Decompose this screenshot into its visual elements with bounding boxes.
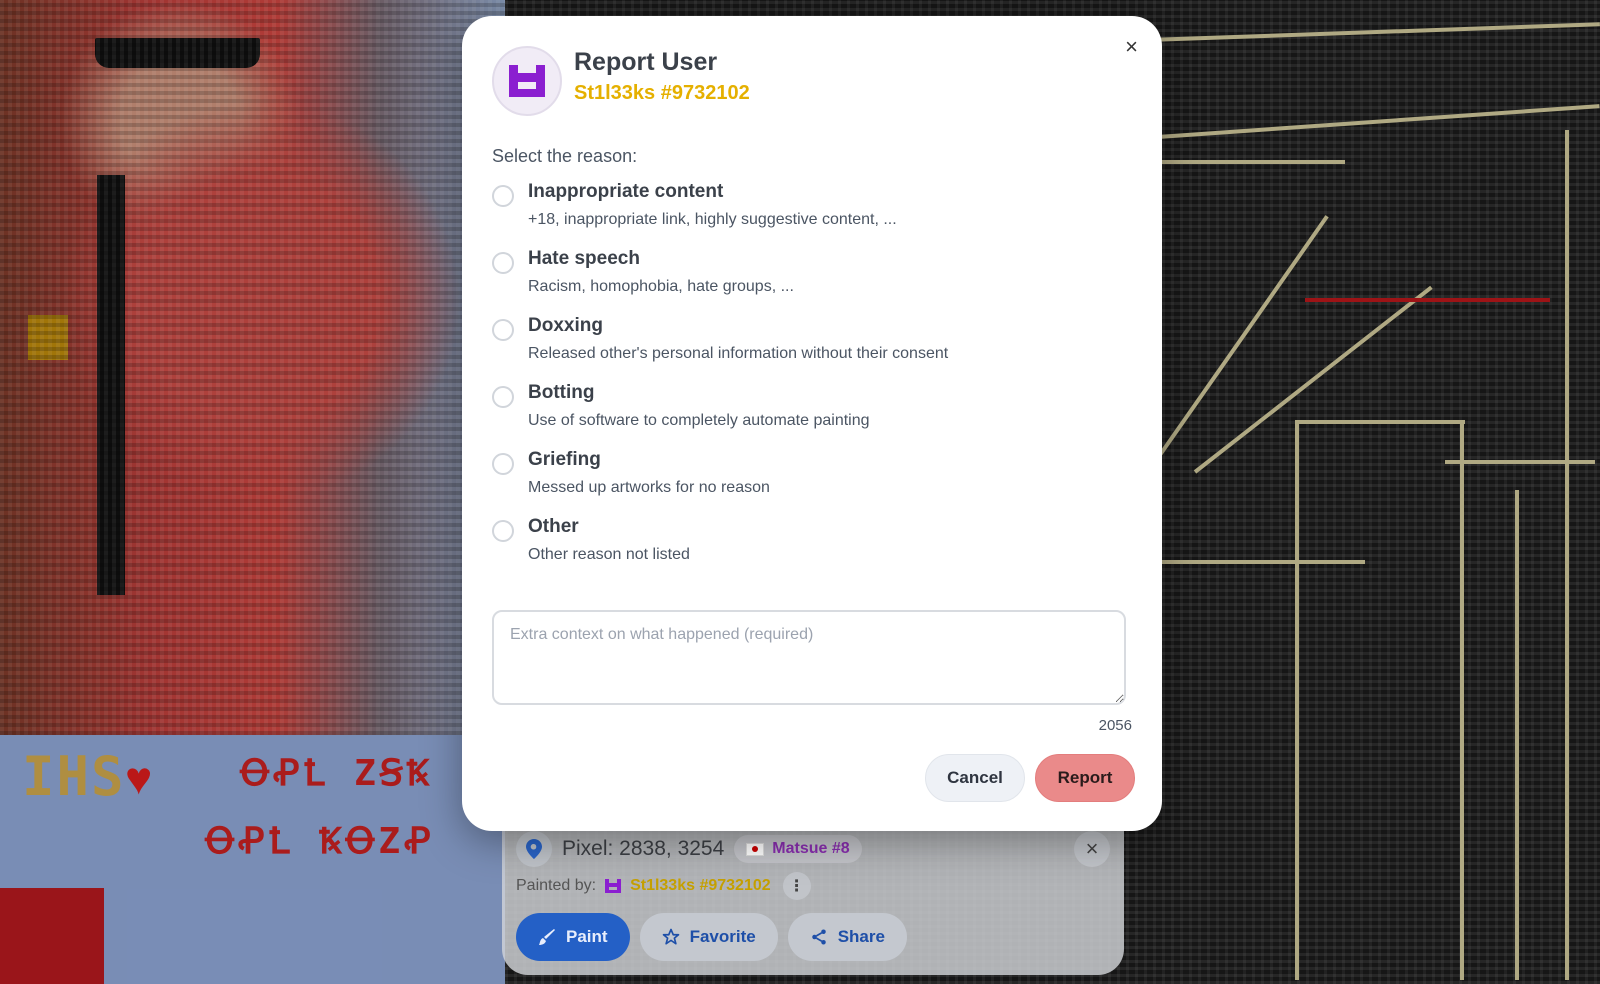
share-label: Share bbox=[837, 927, 885, 946]
context-textarea[interactable] bbox=[492, 610, 1126, 705]
map-pin-icon[interactable] bbox=[516, 831, 552, 867]
painted-by-user[interactable]: St1l33ks #9732102 bbox=[630, 877, 771, 895]
reason-option-hate-speech[interactable]: Hate speech Racism, homophobia, hate gro… bbox=[492, 248, 794, 296]
pixel-actions: Paint Favorite Share bbox=[516, 913, 907, 961]
reason-title: Hate speech bbox=[528, 248, 640, 269]
pixel-coordinates: Pixel: 2838, 3254 bbox=[562, 837, 725, 860]
japan-flag-icon bbox=[746, 842, 765, 856]
reason-option-doxxing[interactable]: Doxxing Released other's personal inform… bbox=[492, 315, 948, 363]
reason-description: Racism, homophobia, hate groups, ... bbox=[528, 278, 794, 295]
reason-title: Griefing bbox=[528, 449, 601, 470]
more-options-icon[interactable]: ⋮ bbox=[782, 872, 811, 900]
reason-description: Other reason not listed bbox=[528, 546, 690, 563]
radio-button[interactable] bbox=[492, 252, 514, 274]
paint-button[interactable]: Paint bbox=[516, 913, 630, 961]
reason-description: +18, inappropriate link, highly suggesti… bbox=[528, 211, 897, 228]
user-avatar-icon bbox=[509, 65, 545, 97]
share-icon bbox=[811, 929, 826, 945]
reason-option-griefing[interactable]: Griefing Messed up artworks for no reaso… bbox=[492, 449, 770, 497]
reason-option-inappropriate[interactable]: Inappropriate content +18, inappropriate… bbox=[492, 181, 897, 229]
star-icon bbox=[662, 928, 679, 945]
panel-close-button[interactable]: × bbox=[1074, 831, 1110, 867]
radio-button[interactable] bbox=[492, 520, 514, 542]
favorite-button[interactable]: Favorite bbox=[639, 913, 778, 961]
pixel-info-header: Pixel: 2838, 3254 Matsue #8 bbox=[516, 831, 862, 867]
brush-icon bbox=[539, 929, 555, 945]
reason-prompt: Select the reason: bbox=[492, 146, 638, 166]
radio-button[interactable] bbox=[492, 453, 514, 475]
close-icon[interactable]: × bbox=[1125, 36, 1138, 58]
cancel-button[interactable]: Cancel bbox=[925, 754, 1025, 802]
reason-title: Botting bbox=[528, 382, 595, 403]
reported-username: St1l33ks #9732102 bbox=[574, 82, 750, 104]
painted-by-row: Painted by: St1l33ks #9732102 ⋮ bbox=[516, 872, 811, 900]
dialog-title: Report User bbox=[574, 48, 718, 76]
reason-title: Other bbox=[528, 516, 579, 537]
reason-title: Inappropriate content bbox=[528, 181, 724, 202]
reason-title: Doxxing bbox=[528, 315, 603, 336]
reason-option-other[interactable]: Other Other reason not listed bbox=[492, 516, 690, 564]
favorite-label: Favorite bbox=[689, 927, 756, 946]
reason-description: Released other's personal information wi… bbox=[528, 345, 949, 362]
location-label: Matsue #8 bbox=[772, 840, 850, 857]
radio-button[interactable] bbox=[492, 386, 514, 408]
report-button[interactable]: Report bbox=[1035, 754, 1135, 802]
radio-button[interactable] bbox=[492, 319, 514, 341]
reason-description: Messed up artworks for no reason bbox=[528, 479, 770, 496]
pixel-info-panel: Pixel: 2838, 3254 Matsue #8 × Painted by… bbox=[502, 823, 1124, 975]
location-badge[interactable]: Matsue #8 bbox=[734, 835, 862, 863]
paint-label: Paint bbox=[566, 927, 608, 946]
radio-button[interactable] bbox=[492, 185, 514, 207]
reason-description: Use of software to completely automate p… bbox=[528, 412, 870, 429]
character-counter: 2056 bbox=[1098, 717, 1132, 734]
share-button[interactable]: Share bbox=[787, 913, 907, 961]
reason-option-botting[interactable]: Botting Use of software to completely au… bbox=[492, 382, 870, 430]
user-avatar-icon bbox=[605, 879, 622, 893]
painted-by-label: Painted by: bbox=[516, 877, 597, 894]
report-user-dialog: × Report User St1l33ks #9732102 Select t… bbox=[462, 16, 1162, 831]
avatar bbox=[492, 46, 562, 116]
